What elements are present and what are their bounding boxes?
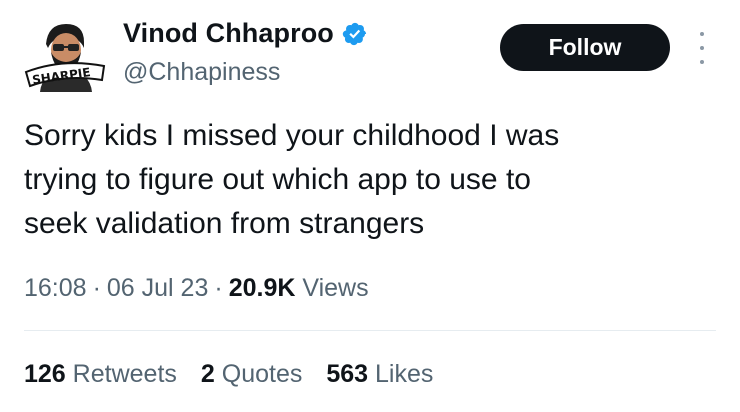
tweet-time[interactable]: 16:08 <box>24 274 87 302</box>
retweets-count: 126 <box>24 360 66 388</box>
author-name-row[interactable]: Vinod Chhaproo <box>123 18 368 49</box>
vertical-dots-icon[interactable] <box>692 32 712 64</box>
dot <box>700 60 704 64</box>
retweets-label: Retweets <box>72 360 177 388</box>
views-count: 20.9K <box>228 274 296 302</box>
dot <box>700 46 704 50</box>
engagement-stats: 126 Retweets 2 Quotes 563 Likes <box>24 360 433 389</box>
verified-badge-icon <box>342 21 368 47</box>
views-label: Views <box>302 274 369 302</box>
likes-label: Likes <box>375 360 434 388</box>
retweets-stat[interactable]: 126 Retweets <box>24 360 177 389</box>
avatar[interactable]: SHARPIE <box>22 14 108 100</box>
tweet-metadata: 16:08 · 06 Jul 23 · 20.9K Views <box>24 274 369 303</box>
avatar-image: SHARPIE <box>23 15 107 99</box>
likes-stat[interactable]: 563 Likes <box>326 360 433 389</box>
quotes-count: 2 <box>200 360 215 388</box>
quotes-stat[interactable]: 2 Quotes <box>201 360 302 389</box>
quotes-label: Quotes <box>221 360 303 388</box>
follow-button[interactable]: Follow <box>500 24 670 71</box>
author-display-name[interactable]: Vinod Chhaproo <box>123 18 334 49</box>
divider <box>24 330 716 331</box>
likes-count: 563 <box>326 360 369 388</box>
dot <box>700 32 704 36</box>
tweet-card: SHARPIE Vinod Chhaproo @Chhapiness Follo… <box>0 0 740 412</box>
separator-dot: · <box>214 274 223 302</box>
tweet-text: Sorry kids I missed your childhood I was… <box>24 119 560 240</box>
separator-dot: · <box>92 274 101 302</box>
tweet-date[interactable]: 06 Jul 23 <box>107 274 208 302</box>
author-handle[interactable]: @Chhapiness <box>123 58 280 87</box>
